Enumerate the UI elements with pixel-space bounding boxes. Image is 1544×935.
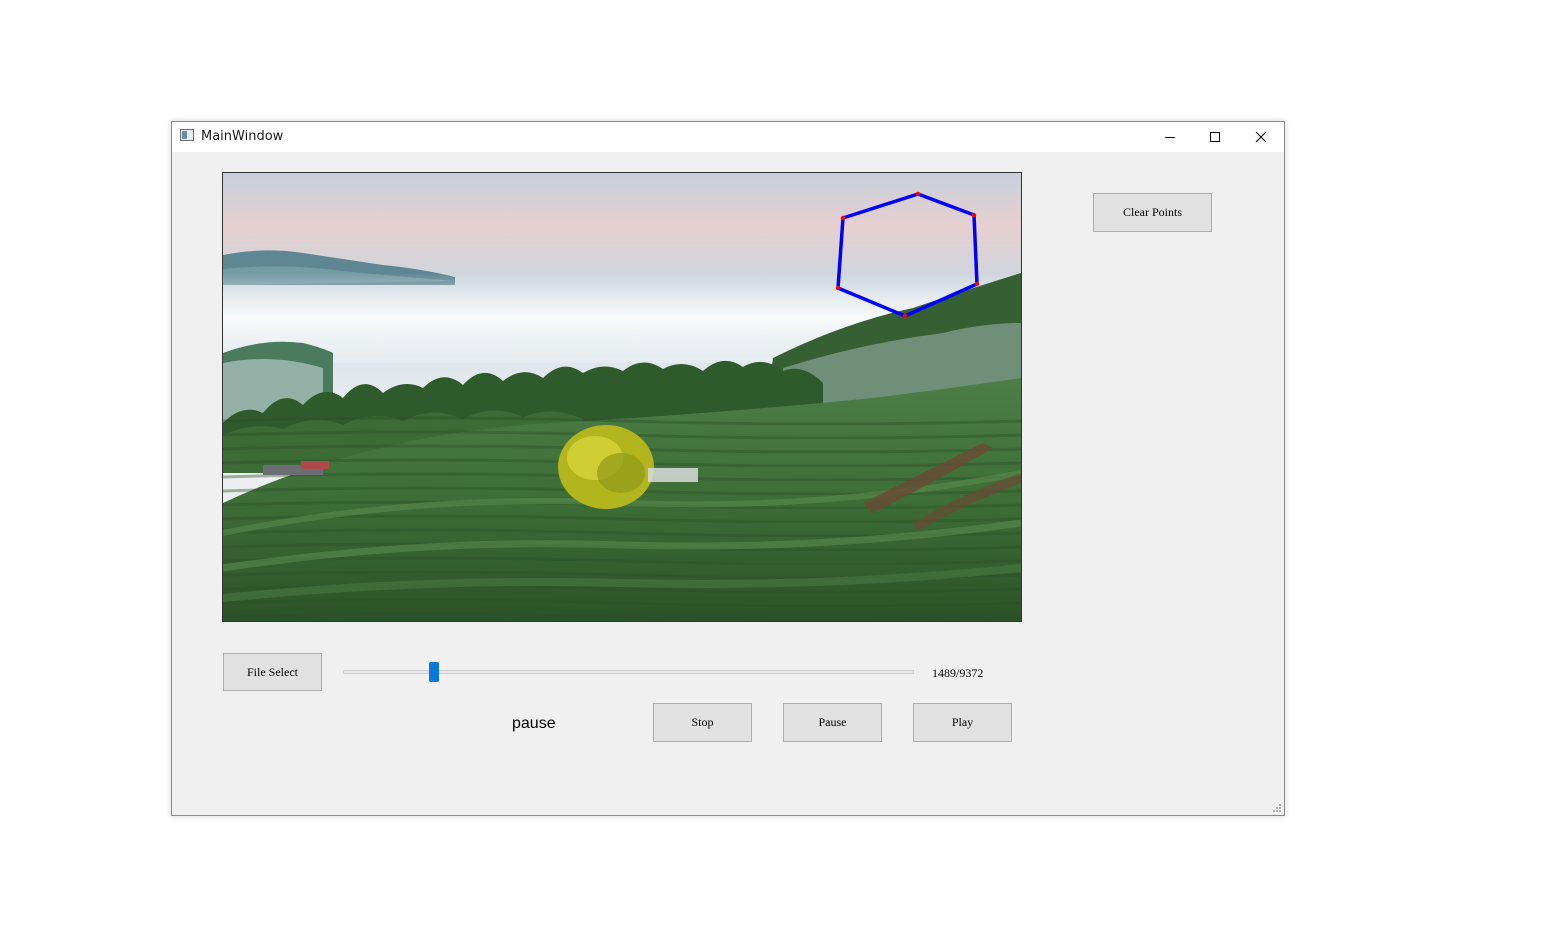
frame-counter: 1489/9372	[932, 666, 984, 680]
title-bar[interactable]: MainWindow	[172, 122, 1284, 152]
maximize-icon	[1209, 132, 1220, 142]
close-icon	[1255, 131, 1266, 143]
landscape-frame	[223, 173, 1021, 621]
minimize-button[interactable]	[1147, 122, 1192, 152]
pause-button[interactable]: Pause	[783, 703, 882, 742]
frame-slider[interactable]	[343, 660, 914, 684]
clear-points-button[interactable]: Clear Points	[1093, 193, 1212, 232]
main-window: MainWindow Clear Points File Select 1489…	[171, 121, 1285, 816]
slider-handle[interactable]	[428, 662, 439, 682]
maximize-button[interactable]	[1192, 122, 1237, 152]
play-button[interactable]: Play	[913, 703, 1012, 742]
window-title: MainWindow	[201, 129, 284, 144]
close-button[interactable]	[1238, 122, 1283, 152]
file-select-button[interactable]: File Select	[223, 653, 322, 691]
minimize-icon	[1164, 137, 1175, 138]
polygon-vertex[interactable]	[971, 212, 977, 218]
video-display[interactable]	[222, 172, 1022, 622]
resize-grip-icon[interactable]	[1272, 803, 1282, 813]
polygon-vertex[interactable]	[840, 215, 846, 221]
polygon-vertex[interactable]	[915, 191, 921, 197]
polygon-vertex[interactable]	[902, 313, 908, 319]
polygon-vertex[interactable]	[835, 285, 841, 291]
polygon-vertex[interactable]	[974, 281, 980, 287]
app-icon	[180, 129, 194, 141]
playback-status: pause	[512, 715, 556, 732]
stop-button[interactable]: Stop	[653, 703, 752, 742]
